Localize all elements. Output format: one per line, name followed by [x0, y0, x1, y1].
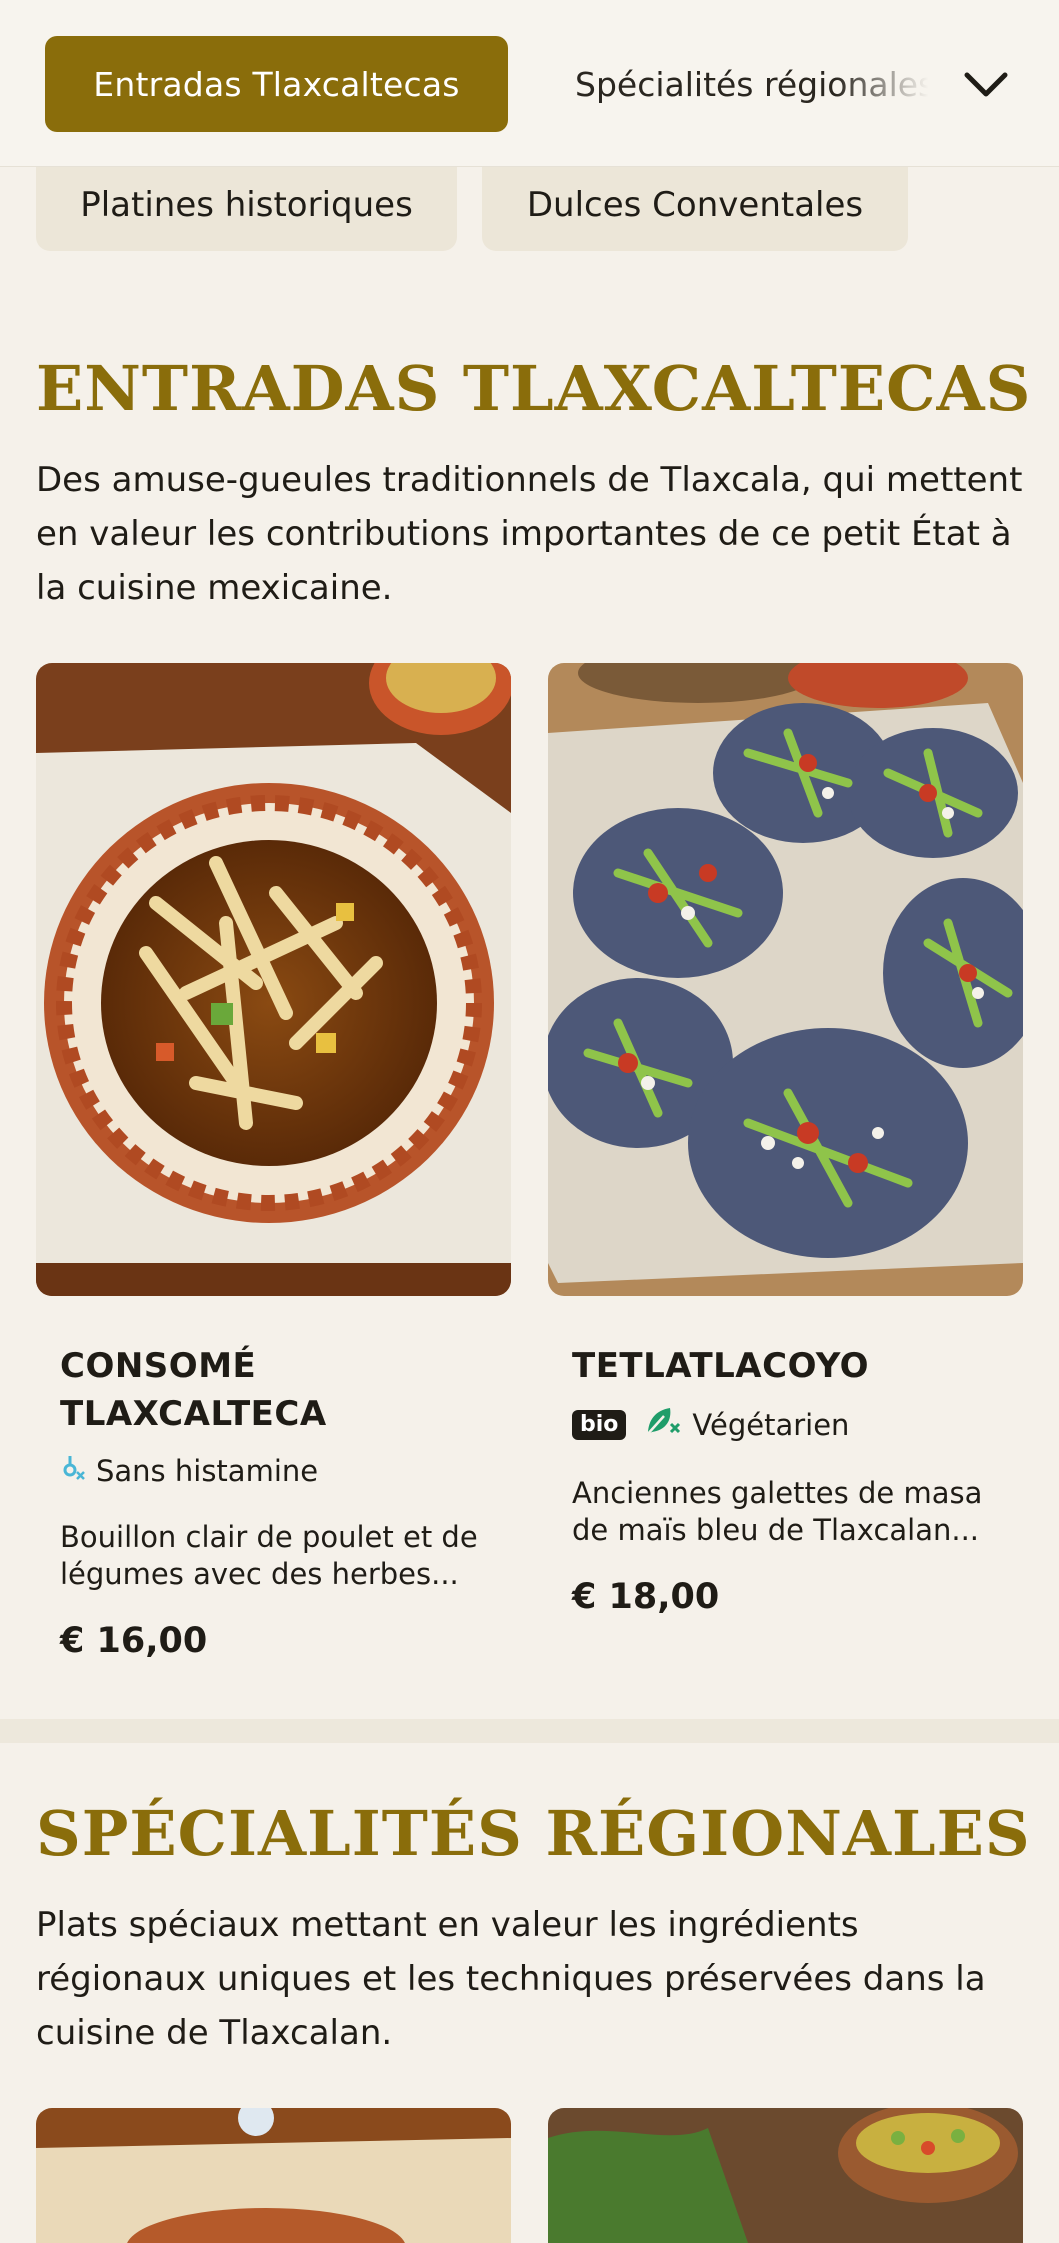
category-pill-entradas[interactable]: Entradas Tlaxcaltecas [45, 36, 508, 132]
dish-description: Bouillon clair de poulet et de légumes a… [60, 1520, 478, 1591]
section-description: Des amuse-gueules traditionnels de Tlaxc… [36, 460, 1023, 608]
dish-card-consome[interactable]: CONSOMÉ TLAXCALTECA Sans histamine Bouil… [60, 1342, 480, 1661]
category-pill-label: Spécialités régionales [575, 64, 936, 104]
dish-price: € 18,00 [572, 1577, 720, 1617]
dish-image-tetlatlacoyo[interactable] [548, 663, 1023, 1296]
dish-tag-label: Végétarien [692, 1407, 850, 1442]
section-title: ENTRADAS TLAXCALTECAS [36, 352, 1032, 425]
dish-image-specialty-1[interactable] [36, 2108, 511, 2243]
dish-description: Anciennes galettes de masa de maïs bleu … [572, 1476, 983, 1547]
dish-image-consome[interactable] [36, 663, 511, 1296]
section-title: SPÉCIALITÉS RÉGIONALES [36, 1797, 1031, 1870]
dish-card-tetlatlacoyo[interactable]: TETLATLACOYO bio Végétarien Anciennes ga… [572, 1342, 992, 1617]
category-pill-label: Entradas Tlaxcaltecas [93, 64, 460, 104]
chevron-down-icon[interactable] [955, 54, 1017, 116]
dish-name: TETLATLACOYO [572, 1346, 870, 1386]
category-pill-label: Dulces Conventales [526, 185, 864, 225]
dish-tag-label: Sans histamine [96, 1453, 319, 1488]
histamine-free-icon [60, 1452, 86, 1489]
dish-name: CONSOMÉ TLAXCALTECA [60, 1346, 327, 1434]
category-pill-label: Platines historiques [80, 185, 413, 225]
section-divider [0, 1719, 1059, 1743]
section-description: Plats spéciaux mettant en valeur les ing… [36, 1905, 986, 2053]
bio-badge: bio [572, 1409, 627, 1440]
vegetarian-icon [642, 1404, 682, 1445]
dish-tags: Sans histamine [60, 1452, 480, 1489]
dish-image-specialty-2[interactable] [548, 2108, 1023, 2243]
dish-price: € 16,00 [60, 1621, 208, 1661]
category-nav: Entradas Tlaxcaltecas Spécialités région… [0, 0, 1059, 167]
category-pill-especialidades[interactable]: Spécialités régionales [575, 36, 945, 132]
dish-tags: bio Végétarien [572, 1404, 992, 1445]
